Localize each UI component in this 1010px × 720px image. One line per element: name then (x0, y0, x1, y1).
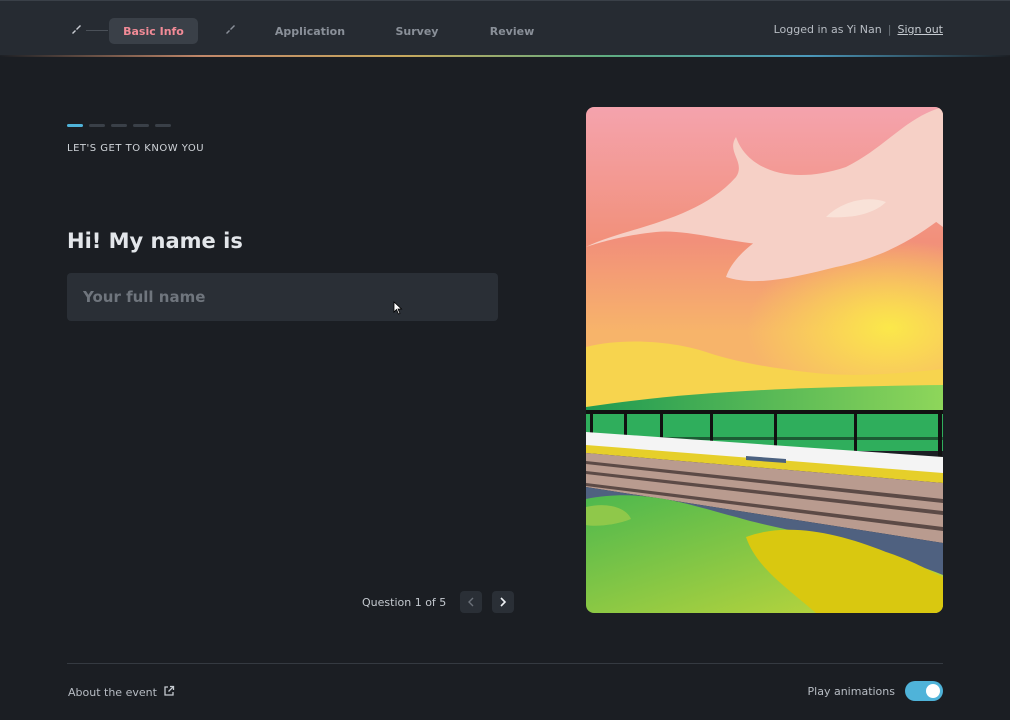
brush-icon[interactable] (222, 21, 238, 37)
full-name-input[interactable] (67, 273, 498, 321)
animations-label: Play animations (807, 684, 895, 698)
tab-review[interactable]: Review (484, 18, 540, 44)
top-navigation-bar: Basic Info Application Survey Review Log… (0, 0, 1010, 56)
section-eyebrow: LET'S GET TO KNOW YOU (67, 143, 205, 154)
next-question-button[interactable] (492, 591, 515, 613)
question-title: Hi! My name is (67, 229, 243, 253)
tab-application[interactable]: Application (268, 18, 352, 44)
progress-dot (155, 124, 171, 127)
toggle-knob (926, 684, 940, 698)
chevron-left-icon (468, 597, 474, 607)
progress-dot (89, 124, 105, 127)
landscape-illustration (586, 107, 943, 613)
logged-in-text: Logged in as Yi Nan (773, 23, 882, 36)
previous-question-button[interactable] (460, 591, 483, 613)
external-link-icon (163, 685, 175, 700)
step-progress (67, 124, 171, 127)
mouse-cursor-icon (393, 300, 403, 315)
question-counter: Question 1 of 5 (362, 595, 447, 609)
progress-dot (133, 124, 149, 127)
footer-divider (67, 663, 943, 664)
about-event-label: About the event (68, 686, 157, 699)
sign-out-link[interactable]: Sign out (897, 23, 943, 36)
tab-basic-info[interactable]: Basic Info (109, 18, 198, 44)
about-event-link[interactable]: About the event (68, 685, 175, 700)
tab-survey[interactable]: Survey (388, 18, 446, 44)
user-info: Logged in as Yi Nan | Sign out (774, 23, 943, 36)
progress-dot (111, 124, 127, 127)
animations-control: Play animations (808, 681, 943, 701)
header-gradient-divider (0, 55, 1010, 57)
question-navigation: Question 1 of 5 (362, 591, 515, 613)
step-connector (86, 30, 108, 31)
progress-dot (67, 124, 83, 127)
animations-toggle[interactable] (905, 681, 943, 701)
chevron-right-icon (500, 597, 507, 607)
brush-icon[interactable] (68, 21, 84, 37)
separator: | (887, 23, 892, 36)
